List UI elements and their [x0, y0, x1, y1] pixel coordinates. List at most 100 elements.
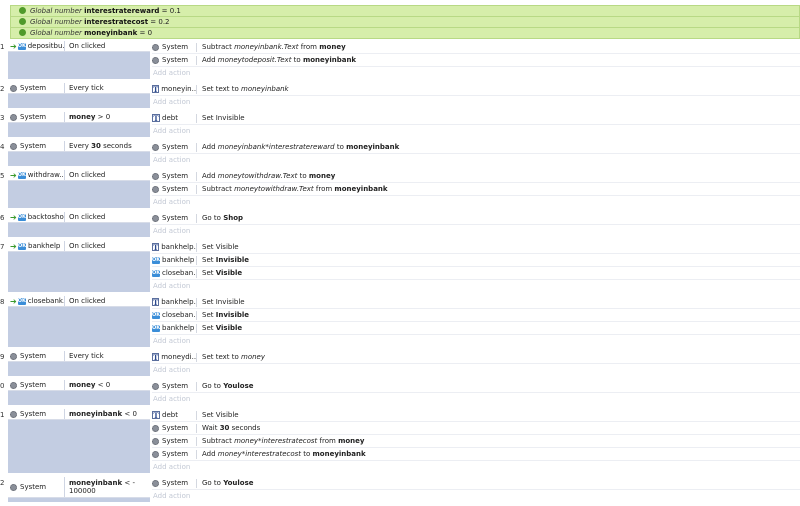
- add-action-link[interactable]: Add action: [152, 225, 800, 237]
- action-row[interactable]: Tbankhelp... Set Invisible: [152, 296, 800, 309]
- event-block[interactable]: 1 System moneyinbank < 0 Tdebt Set Visible Sy…: [0, 409, 800, 474]
- condition-block[interactable]: System moneyinbank < -100000: [8, 477, 150, 502]
- action-object-name: debt: [162, 114, 178, 122]
- add-action-link[interactable]: Add action: [152, 490, 800, 502]
- add-action-link[interactable]: Add action: [152, 280, 800, 292]
- text-part: from: [298, 43, 320, 51]
- add-action-link[interactable]: Add action: [152, 364, 800, 376]
- action-row[interactable]: System Add moneytowithdraw.Text to money: [152, 170, 800, 183]
- action-object-name: System: [162, 56, 189, 64]
- action-row[interactable]: Tdebt Set Visible: [152, 409, 800, 422]
- action-row[interactable]: System Go to Shop: [152, 212, 800, 225]
- condition-block[interactable]: ➔ OK backtoshop On clicked: [8, 212, 150, 237]
- action-row[interactable]: System Subtract moneytowithdraw.Text from…: [152, 183, 800, 196]
- event-block[interactable]: 8➔OKclosebank...On clickedTbankhelp...Se…: [0, 296, 800, 348]
- add-action-link[interactable]: Add action: [152, 67, 800, 79]
- condition-block[interactable]: ➔ OK bankhelp On clicked: [8, 241, 150, 292]
- add-action-link[interactable]: Add action: [152, 461, 800, 473]
- action-row[interactable]: System Go to Youlose: [152, 477, 800, 490]
- action-object: OK closeban...: [152, 268, 197, 278]
- condition-object-name: System: [20, 483, 47, 491]
- action-row[interactable]: System Wait 30 seconds: [152, 422, 800, 435]
- event-block[interactable]: 1 ➔ OK depositbu... On clicked System Subtract…: [0, 41, 800, 80]
- event-block[interactable]: 4 System Every 30 seconds System Add moneyin…: [0, 141, 800, 167]
- action-text: Add moneytodeposit.Text to moneyinbank: [197, 56, 356, 64]
- add-action-link[interactable]: Add action: [152, 96, 800, 108]
- text-part: Add: [202, 450, 218, 458]
- condition-text: Every tick: [65, 351, 150, 361]
- event-block[interactable]: 3 System money > 0 Tdebt Set Invisible Add ac…: [0, 112, 800, 138]
- action-object-name: bankhelp...: [161, 298, 197, 306]
- button-object-icon: OK: [152, 256, 161, 264]
- event-block[interactable]: 7 ➔ OK bankhelp On clicked Tbankhelp... Set Vi…: [0, 241, 800, 293]
- action-object-name: bankhelp...: [161, 243, 197, 251]
- gear-icon: [152, 56, 159, 64]
- condition-row[interactable]: System moneyinbank < -100000: [8, 477, 150, 498]
- add-action-link[interactable]: Add action: [152, 335, 800, 347]
- condition-row[interactable]: System money > 0: [8, 112, 150, 123]
- condition-block[interactable]: System money > 0: [8, 112, 150, 137]
- event-block[interactable]: 2 System Every tick Tmoneyin... Set text to …: [0, 83, 800, 109]
- condition-row[interactable]: System money < 0: [8, 380, 150, 391]
- text-part: Youlose: [223, 382, 254, 390]
- condition-block[interactable]: System Every tick: [8, 83, 150, 108]
- global-variable-row[interactable]: Global number interestratecost = 0.2: [10, 16, 800, 27]
- condition-block[interactable]: ➔ OK depositbu... On clicked: [8, 41, 150, 79]
- action-row[interactable]: Tbankhelp... Set Visible: [152, 241, 800, 254]
- condition-row[interactable]: ➔ OK depositbu... On clicked: [8, 41, 150, 52]
- action-row[interactable]: System Subtract money*interestratecost fr…: [152, 435, 800, 448]
- action-row[interactable]: System Subtract moneyinbank.Text from mon…: [152, 41, 800, 54]
- condition-row[interactable]: ➔ OK bankhelp On clicked: [8, 241, 150, 252]
- condition-block[interactable]: System moneyinbank < 0: [8, 409, 150, 473]
- add-action-link[interactable]: Add action: [152, 125, 800, 137]
- action-row[interactable]: System Add moneyinbank*interestratereward…: [152, 141, 800, 154]
- condition-object-name: System: [20, 352, 47, 360]
- text-part: from: [313, 185, 335, 193]
- event-block[interactable]: 9 System Every tick Tmoneydi... Set text to …: [0, 351, 800, 377]
- condition-row[interactable]: ➔OKclosebank... On clicked: [8, 296, 150, 307]
- action-row[interactable]: Tmoneyin... Set text to moneyinbank: [152, 83, 800, 96]
- global-variable-row[interactable]: Global number interestratereward = 0.1: [10, 5, 800, 16]
- condition-row[interactable]: ➔ OK withdraw... On clicked: [8, 170, 150, 181]
- global-variable-value: = 0.1: [161, 7, 181, 15]
- action-text: Set text to moneyinbank: [197, 85, 289, 93]
- condition-block[interactable]: System Every tick: [8, 351, 150, 376]
- action-row[interactable]: System Add moneytodeposit.Text to moneyin…: [152, 54, 800, 67]
- add-action-link[interactable]: Add action: [152, 196, 800, 208]
- text-part: Set Invisible: [202, 298, 245, 306]
- action-row[interactable]: OK closeban... Set Invisible: [152, 309, 800, 322]
- global-variable-name: interestratereward: [84, 7, 160, 15]
- condition-block[interactable]: ➔ OK withdraw... On clicked: [8, 170, 150, 208]
- condition-row[interactable]: System Every tick: [8, 351, 150, 362]
- condition-row[interactable]: System Every tick: [8, 83, 150, 94]
- condition-block[interactable]: System Every 30 seconds: [8, 141, 150, 166]
- event-block[interactable]: 6 ➔ OK backtoshop On clicked System Go to Shop…: [0, 212, 800, 238]
- button-object-icon: OK: [17, 171, 26, 179]
- action-row[interactable]: System Go to Youlose: [152, 380, 800, 393]
- condition-block[interactable]: System money < 0: [8, 380, 150, 405]
- action-row[interactable]: OK bankhelp Set Invisible: [152, 254, 800, 267]
- text-part: Set: [202, 256, 216, 264]
- action-row[interactable]: Tmoneydi... Set text to money: [152, 351, 800, 364]
- condition-block[interactable]: ➔OKclosebank... On clicked: [8, 296, 150, 347]
- add-action-link[interactable]: Add action: [152, 393, 800, 405]
- global-variable-row[interactable]: Global number moneyinbank = 0: [10, 27, 800, 39]
- condition-row[interactable]: System moneyinbank < 0: [8, 409, 150, 420]
- action-row[interactable]: Tdebt Set Invisible: [152, 112, 800, 125]
- action-object-name: System: [162, 479, 189, 487]
- action-row[interactable]: OK bankhelp Set Visible: [152, 322, 800, 335]
- action-row[interactable]: OK closeban... Set Visible: [152, 267, 800, 280]
- action-row[interactable]: System Add money*interestratecost to mone…: [152, 448, 800, 461]
- add-action-link[interactable]: Add action: [152, 154, 800, 166]
- trigger-arrow-icon: ➔: [10, 41, 17, 51]
- event-block[interactable]: 0 System money < 0 System Go to Youlose Add a…: [0, 380, 800, 406]
- condition-object: ➔ OK withdraw...: [8, 170, 65, 180]
- text-part: Invisible: [215, 311, 250, 319]
- text-part: > 0: [95, 113, 111, 121]
- condition-row[interactable]: ➔ OK backtoshop On clicked: [8, 212, 150, 223]
- action-object-name: bankhelp: [162, 324, 195, 332]
- text-object-icon: T: [152, 243, 160, 252]
- event-block[interactable]: 5 ➔ OK withdraw... On clicked System Add money…: [0, 170, 800, 209]
- condition-row[interactable]: System Every 30 seconds: [8, 141, 150, 152]
- event-block[interactable]: 2 System moneyinbank < -100000 System Go to …: [0, 477, 800, 503]
